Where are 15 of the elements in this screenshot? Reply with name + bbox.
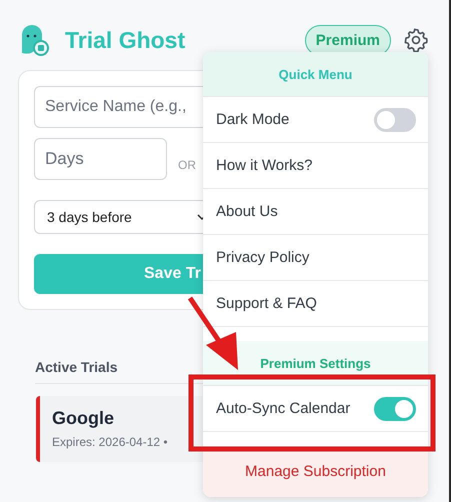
menu-item[interactable]: About Us — [203, 188, 428, 234]
app-title: Trial Ghost — [65, 26, 186, 54]
trial-expiry: Expires: 2026-04-12 • — [52, 435, 169, 449]
menu-toggle-row[interactable]: Auto-Sync Calendar — [203, 385, 428, 431]
menu-title: Quick Menu — [203, 52, 428, 96]
days-field[interactable]: Days — [34, 138, 167, 180]
or-label: OR — [178, 158, 196, 172]
menu-toggle-row[interactable]: Dark Mode — [203, 96, 428, 142]
settings-icon[interactable] — [403, 27, 429, 53]
menu-item[interactable]: Support & FAQ — [203, 280, 428, 326]
toggle-switch[interactable] — [374, 396, 416, 420]
menu-item[interactable]: Privacy Policy — [203, 234, 428, 280]
manage-subscription-button[interactable]: Manage Subscription — [203, 446, 428, 497]
menu-item[interactable]: How it Works? — [203, 142, 428, 188]
toggle-switch[interactable] — [374, 108, 416, 132]
